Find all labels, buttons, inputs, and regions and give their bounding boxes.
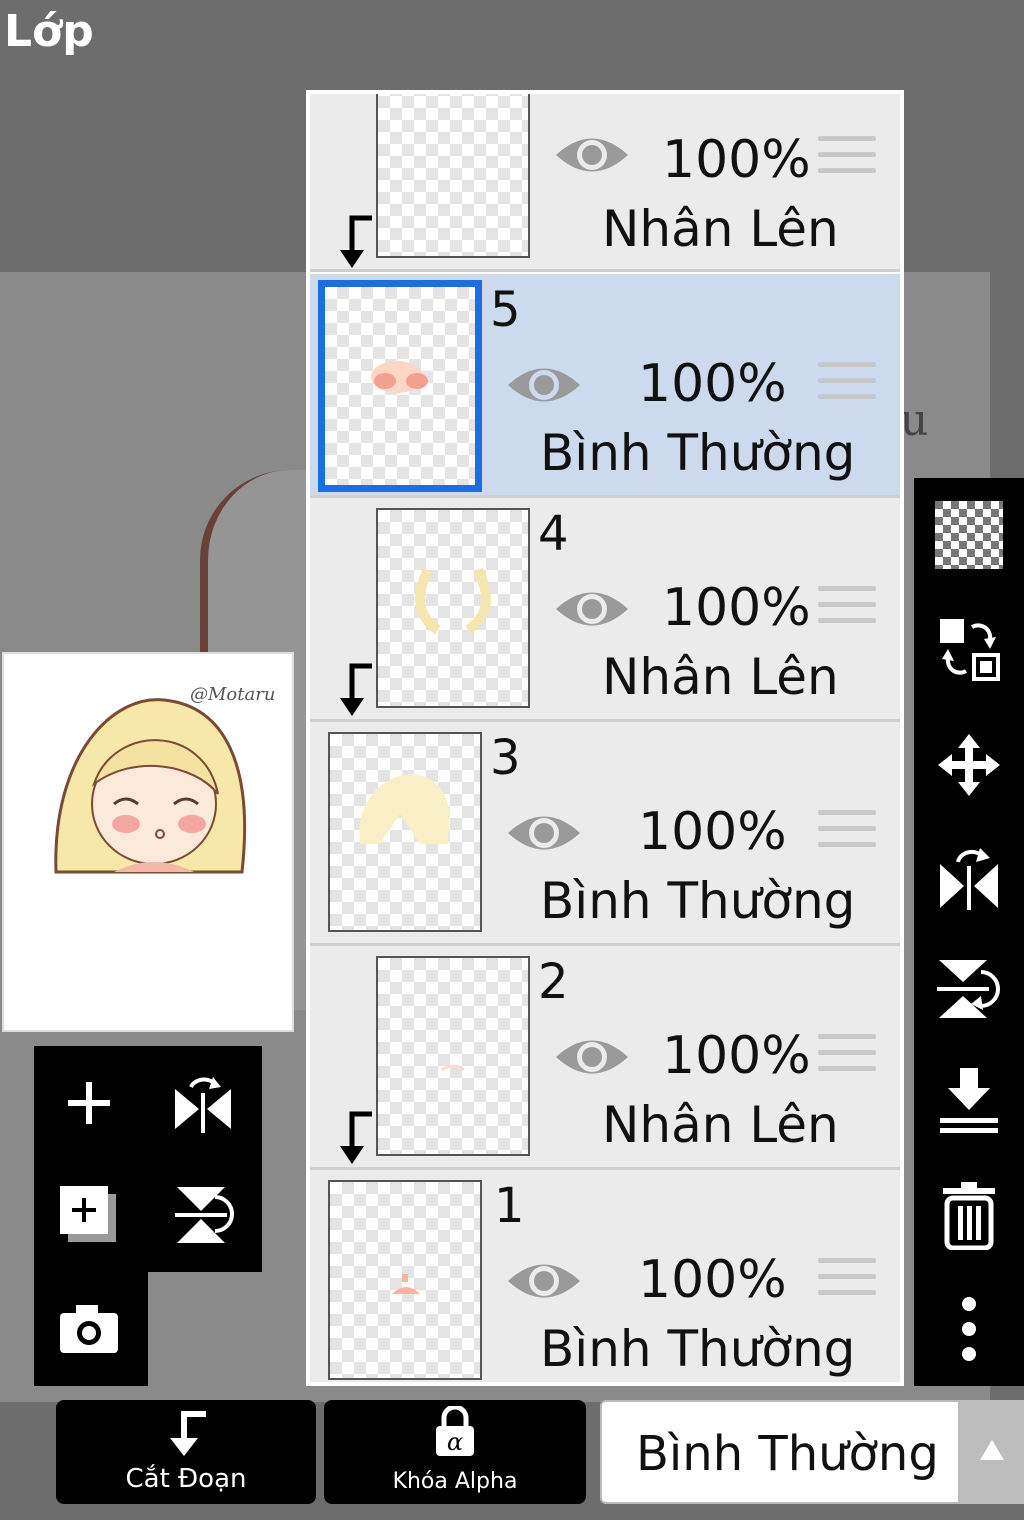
preview-illustration xyxy=(54,698,247,874)
layer-blend-mode[interactable]: Bình Thường xyxy=(540,424,855,482)
layer-opacity[interactable]: 100% xyxy=(662,130,811,190)
visibility-eye-icon[interactable] xyxy=(506,806,582,860)
add-layer-icon[interactable] xyxy=(44,1058,134,1148)
layer-thumbnail[interactable] xyxy=(328,732,482,932)
alpha-lock-button[interactable]: α Khóa Alpha xyxy=(324,1400,586,1504)
drag-handle-icon[interactable] xyxy=(818,136,876,182)
swap-icon[interactable] xyxy=(932,612,1006,686)
layer-number: 1 xyxy=(494,1178,525,1234)
layer-opacity[interactable]: 100% xyxy=(662,578,811,638)
clip-arrow-icon xyxy=(170,1411,206,1456)
visibility-eye-icon[interactable] xyxy=(506,358,582,412)
layers-panel[interactable]: 6 100% Nhân Lên 5 100% Bình Thường 4 100… xyxy=(306,90,904,1386)
chevron-up-icon xyxy=(980,1440,1004,1460)
flip-horizontal-icon[interactable] xyxy=(158,1058,248,1148)
drag-handle-icon[interactable] xyxy=(818,586,876,632)
more-icon[interactable] xyxy=(932,1292,1006,1366)
left-toolbox-bottom xyxy=(34,1272,148,1386)
layer-blend-mode[interactable]: Nhân Lên xyxy=(602,200,839,258)
left-toolbox xyxy=(34,1046,262,1272)
merge-down-icon[interactable] xyxy=(932,1064,1006,1138)
blend-mode-select[interactable]: Bình Thường xyxy=(600,1400,960,1504)
flip-horizontal-icon[interactable] xyxy=(932,840,1006,914)
blend-mode-dropdown-button[interactable] xyxy=(960,1400,1024,1504)
layer-number: 3 xyxy=(490,730,521,786)
canvas-preview[interactable] xyxy=(2,652,294,1032)
layer-number: 5 xyxy=(490,282,521,338)
layer-thumbnail[interactable] xyxy=(328,1180,482,1380)
transparency-icon[interactable] xyxy=(932,498,1006,572)
layer-row[interactable]: 2 100% Nhân Lên xyxy=(310,946,900,1170)
layer-row[interactable]: 1 100% Bình Thường xyxy=(310,1170,900,1382)
alpha-lock-label: Khóa Alpha xyxy=(392,1469,518,1494)
clipping-arrow-icon xyxy=(340,1111,372,1164)
visibility-eye-icon[interactable] xyxy=(554,1030,630,1084)
layer-opacity[interactable]: 100% xyxy=(638,1250,787,1310)
visibility-eye-icon[interactable] xyxy=(554,128,630,182)
layer-blend-mode[interactable]: Nhân Lên xyxy=(602,1096,839,1154)
drag-handle-icon[interactable] xyxy=(818,810,876,856)
drag-handle-icon[interactable] xyxy=(818,362,876,408)
drag-handle-icon[interactable] xyxy=(818,1258,876,1304)
camera-icon[interactable] xyxy=(44,1284,134,1374)
preview-watermark: @Motaru xyxy=(190,684,276,705)
layer-row[interactable]: 6 100% Nhân Lên xyxy=(310,94,900,272)
lock-icon: α xyxy=(436,1406,474,1456)
layer-row[interactable]: 4 100% Nhân Lên xyxy=(310,498,900,722)
layer-row-selected[interactable]: 5 100% Bình Thường xyxy=(310,274,900,498)
trash-icon[interactable] xyxy=(932,1178,1006,1252)
layer-thumbnail[interactable] xyxy=(376,956,530,1156)
visibility-eye-icon[interactable] xyxy=(554,582,630,636)
layer-blend-mode[interactable]: Bình Thường xyxy=(540,872,855,930)
move-icon[interactable] xyxy=(932,728,1006,802)
canvas-scribble: u xyxy=(900,395,929,446)
clip-button-label: Cắt Đoạn xyxy=(125,1464,247,1494)
layer-number: 6 xyxy=(542,94,573,98)
right-toolbar xyxy=(914,478,1024,1386)
layer-thumbnail[interactable] xyxy=(318,280,482,492)
visibility-eye-icon[interactable] xyxy=(506,1254,582,1308)
svg-text:α: α xyxy=(447,1428,463,1456)
layer-opacity[interactable]: 100% xyxy=(662,1026,811,1086)
layer-opacity[interactable]: 100% xyxy=(638,354,787,414)
layer-number: 4 xyxy=(538,506,569,562)
layer-number: 2 xyxy=(538,954,569,1010)
add-copy-layer-icon[interactable] xyxy=(44,1170,134,1260)
layer-opacity[interactable]: 100% xyxy=(638,802,787,862)
clip-button[interactable]: Cắt Đoạn xyxy=(56,1400,316,1504)
layer-blend-mode[interactable]: Bình Thường xyxy=(540,1320,855,1378)
layer-thumbnail[interactable] xyxy=(376,94,530,258)
clipping-arrow-icon xyxy=(340,215,372,268)
page-title: Lớp xyxy=(4,6,94,57)
layer-blend-mode[interactable]: Nhân Lên xyxy=(602,648,839,706)
clipping-arrow-icon xyxy=(340,663,372,716)
flip-vertical-icon[interactable] xyxy=(158,1170,248,1260)
flip-vertical-icon[interactable] xyxy=(932,952,1006,1026)
blend-mode-value: Bình Thường xyxy=(636,1426,939,1482)
layer-row[interactable]: 3 100% Bình Thường xyxy=(310,722,900,946)
drag-handle-icon[interactable] xyxy=(818,1034,876,1080)
layer-thumbnail[interactable] xyxy=(376,508,530,708)
